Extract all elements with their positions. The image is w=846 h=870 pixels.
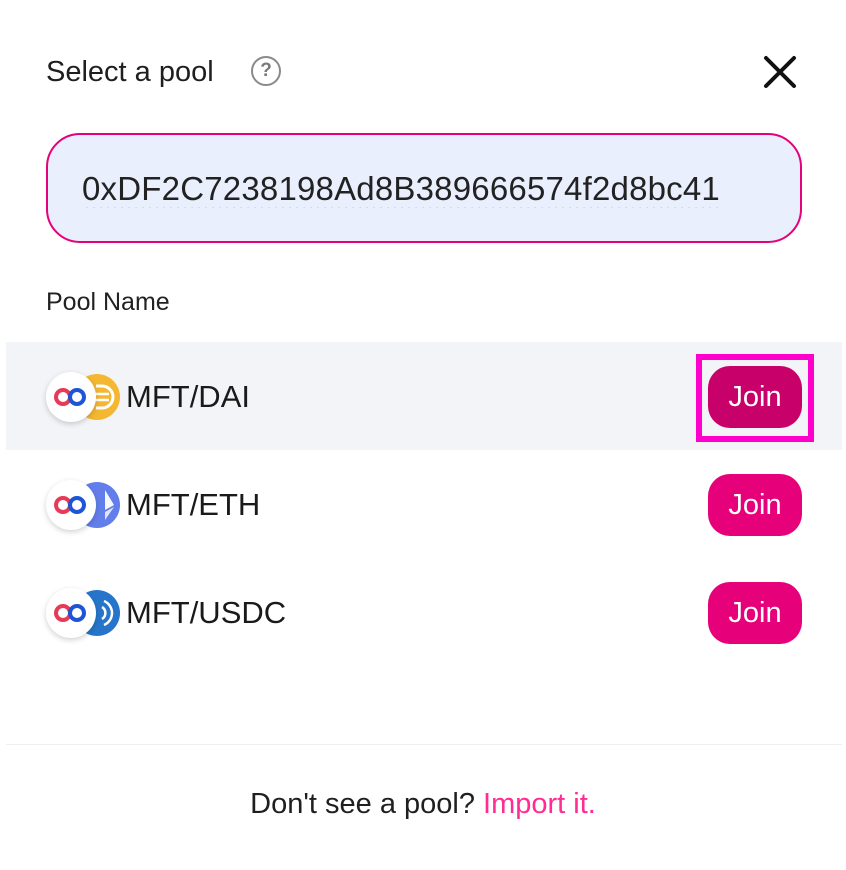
mft-logo-icon [46, 588, 96, 638]
pool-name: MFT/USDC [126, 595, 287, 630]
mft-logo-icon [46, 480, 96, 530]
join-button[interactable]: Join [708, 366, 802, 428]
pool-name: MFT/DAI [126, 379, 250, 414]
modal-title: Select a pool [46, 56, 214, 88]
import-pool-link[interactable]: Import it. [483, 788, 596, 820]
select-pool-modal: Select a pool ? Pool Name [0, 0, 846, 870]
mft-logo-icon [46, 372, 96, 422]
question-circle-icon[interactable]: ? [251, 56, 281, 86]
modal-header: Select a pool ? [46, 52, 800, 92]
pool-row-mft-usdc[interactable]: MFT/USDC Join [6, 558, 842, 666]
join-button[interactable]: Join [708, 582, 802, 644]
modal-footer: Don't see a pool? Import it. [0, 788, 846, 821]
token-pair-icons [46, 372, 126, 424]
column-header-pool-name: Pool Name [46, 288, 170, 316]
join-button[interactable]: Join [708, 474, 802, 536]
pool-search-box [46, 133, 802, 243]
pool-name: MFT/ETH [126, 487, 261, 522]
pool-address-input[interactable] [82, 163, 772, 215]
token-pair-icons [46, 588, 126, 640]
import-prompt: Don't see a pool? [250, 788, 475, 820]
token-pair-icons [46, 480, 126, 532]
pool-list: MFT/DAI Join MFT/ETH Join MFT/USDC Join [6, 342, 842, 666]
close-x-icon [764, 56, 796, 88]
footer-divider [6, 744, 842, 745]
pool-row-mft-dai[interactable]: MFT/DAI Join [6, 342, 842, 450]
close-button[interactable] [760, 52, 800, 92]
pool-row-mft-eth[interactable]: MFT/ETH Join [6, 450, 842, 558]
